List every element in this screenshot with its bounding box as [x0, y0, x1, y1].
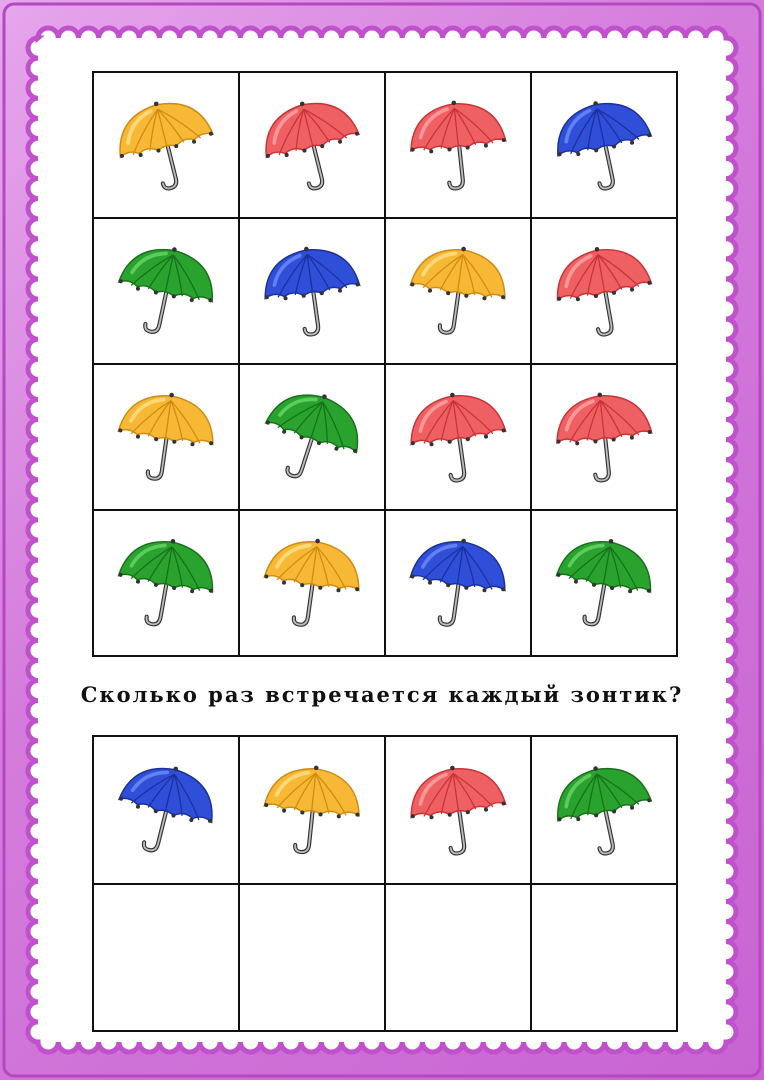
grid-cell-12 — [532, 365, 678, 511]
answer-icon-cell-1 — [94, 737, 240, 885]
grid-cell-7 — [386, 219, 532, 365]
grid-cell-4 — [532, 73, 678, 219]
green-umbrella-icon — [257, 380, 367, 494]
yellow-umbrella-icon — [111, 380, 221, 494]
grid-cell-10 — [240, 365, 386, 511]
yellow-umbrella-icon — [257, 753, 367, 867]
answer-blank-cell-4[interactable] — [532, 884, 678, 1032]
question-text: Сколько раз встречается каждый зонтик? — [80, 682, 684, 707]
grid-cell-2 — [240, 73, 386, 219]
yellow-umbrella-icon — [111, 88, 221, 202]
grid-cell-14 — [240, 511, 386, 657]
answer-blank-cell-1[interactable] — [94, 884, 240, 1032]
answer-table — [92, 735, 678, 1032]
green-umbrella-icon — [549, 753, 659, 867]
grid-cell-9 — [94, 365, 240, 511]
red-umbrella-icon — [403, 753, 513, 867]
blue-umbrella-icon — [111, 753, 221, 867]
grid-cell-16 — [532, 511, 678, 657]
answer-icon-cell-2 — [240, 737, 386, 885]
answer-icon-cell-4 — [532, 737, 678, 885]
grid-cell-11 — [386, 365, 532, 511]
grid-cell-3 — [386, 73, 532, 219]
blue-umbrella-icon — [257, 234, 367, 348]
green-umbrella-icon — [549, 526, 659, 640]
grid-cell-1 — [94, 73, 240, 219]
red-umbrella-icon — [403, 88, 513, 202]
grid-cell-13 — [94, 511, 240, 657]
yellow-umbrella-icon — [403, 234, 513, 348]
answer-icon-cell-3 — [386, 737, 532, 885]
blue-umbrella-icon — [549, 88, 659, 202]
red-umbrella-icon — [549, 380, 659, 494]
green-umbrella-icon — [111, 234, 221, 348]
grid-cell-8 — [532, 219, 678, 365]
red-umbrella-icon — [257, 88, 367, 202]
answer-blank-cell-2[interactable] — [240, 884, 386, 1032]
red-umbrella-icon — [403, 380, 513, 494]
yellow-umbrella-icon — [257, 526, 367, 640]
grid-cell-15 — [386, 511, 532, 657]
answer-blank-cell-3[interactable] — [386, 884, 532, 1032]
red-umbrella-icon — [549, 234, 659, 348]
grid-cell-5 — [94, 219, 240, 365]
grid-cell-6 — [240, 219, 386, 365]
blue-umbrella-icon — [403, 526, 513, 640]
umbrella-grid — [92, 71, 678, 657]
green-umbrella-icon — [111, 526, 221, 640]
